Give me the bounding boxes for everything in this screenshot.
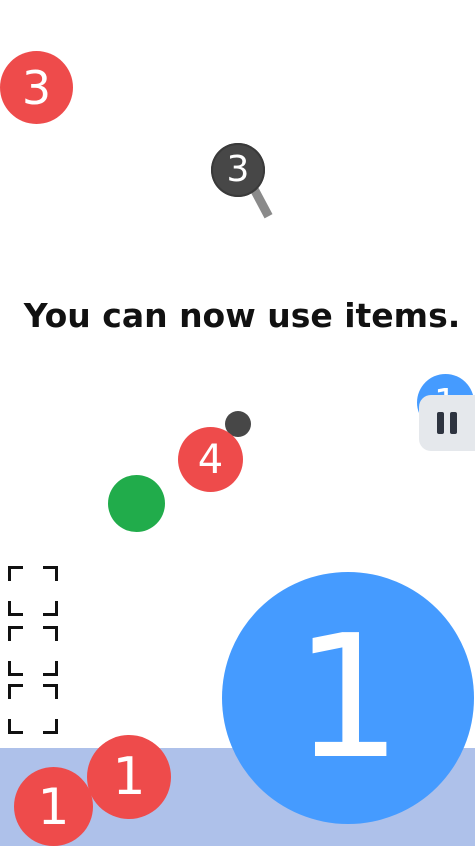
red-ball-top-left[interactable]: 3 [0, 51, 73, 124]
tutorial-message: You can now use items. [23, 296, 461, 335]
ball-label: 3 [21, 60, 52, 115]
slot-corner [8, 719, 23, 734]
red-ball-bottom-b[interactable]: 1 [87, 735, 171, 819]
item-slot-3[interactable] [8, 684, 58, 734]
slot-corner [8, 626, 23, 641]
green-ball[interactable] [108, 475, 165, 532]
slot-corner [8, 601, 23, 616]
ball-label: 1 [37, 777, 70, 836]
ball-label: 1 [293, 599, 403, 797]
slot-corner [43, 661, 58, 676]
big-blue-ball[interactable]: 1 [222, 572, 474, 824]
pause-button[interactable] [419, 395, 475, 451]
ball-label: 1 [112, 747, 146, 807]
slot-corner [43, 626, 58, 641]
slot-corner [8, 661, 23, 676]
pause-icon-bar [450, 412, 457, 434]
magnifier-label: 3 [226, 149, 250, 190]
slot-corner [8, 566, 23, 581]
pause-icon [437, 412, 444, 434]
slot-corner [43, 566, 58, 581]
item-slot-1[interactable] [8, 566, 58, 616]
magnifier-item-icon[interactable]: 3 [211, 143, 265, 197]
slot-corner [43, 684, 58, 699]
slot-corner [43, 601, 58, 616]
slot-corner [43, 719, 58, 734]
red-ball-mid[interactable]: 4 [178, 427, 243, 492]
red-ball-bottom-a[interactable]: 1 [14, 767, 93, 846]
slot-corner [8, 684, 23, 699]
ball-label: 4 [197, 436, 224, 483]
item-slot-2[interactable] [8, 626, 58, 676]
